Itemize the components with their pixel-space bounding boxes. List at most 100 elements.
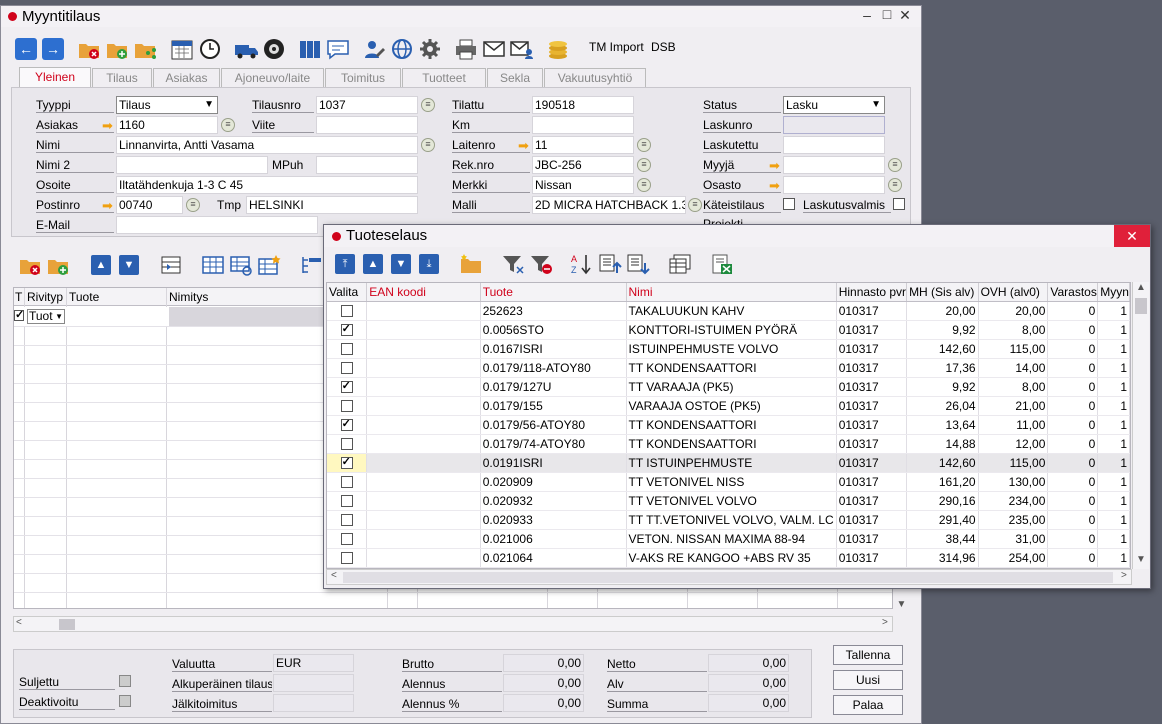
row-select-checkbox[interactable] [340, 533, 353, 546]
email-icon[interactable] [482, 37, 506, 61]
row-select-checkbox[interactable] [340, 514, 353, 527]
postinro-field[interactable]: 00740 [116, 196, 183, 214]
row-select-checkbox[interactable] [340, 400, 353, 413]
table-row[interactable]: 0.020932 TT VETONIVEL VOLVO 010317 290,16 23… [327, 491, 1130, 511]
header-valita[interactable]: Valita [327, 283, 368, 302]
excel-export-icon[interactable] [710, 252, 734, 276]
row-select-checkbox[interactable] [340, 362, 353, 375]
gear-icon[interactable] [418, 37, 442, 61]
tab-ajoneuvo[interactable]: Ajoneuvo/laite [221, 68, 324, 87]
email-user-icon[interactable] [510, 37, 534, 61]
maximize-button[interactable]: □ [877, 6, 897, 22]
lookup-icon[interactable]: ≡ [637, 158, 651, 172]
user-edit-icon[interactable] [362, 37, 386, 61]
tmp-field[interactable]: HELSINKI [246, 196, 418, 214]
tilattu-field[interactable]: 190518 [532, 96, 634, 114]
rivityyppi-select[interactable]: Tuot ▼ [27, 309, 65, 324]
tab-asiakas[interactable]: Asiakas [153, 68, 220, 87]
scroll-right-arrow[interactable]: > [1121, 570, 1127, 581]
tab-tilaus[interactable]: Tilaus [92, 68, 152, 87]
scroll-down-arrow[interactable]: ▼ [894, 599, 909, 614]
table-row[interactable]: 0.0191ISRITT ISTUINPEHMUSTE010317142,601… [327, 453, 1130, 473]
move-up-icon[interactable]: ▲ [361, 252, 385, 276]
tire-icon[interactable] [262, 37, 286, 61]
table-row[interactable]: 0.020933 TT TT.VETONIVEL VOLVO, VALM. LC 0… [327, 510, 1130, 530]
uusi-button[interactable]: Uusi [833, 670, 903, 690]
order-grid-hscrollbar[interactable]: < > [13, 616, 893, 632]
scroll-left-arrow[interactable]: < [16, 617, 22, 628]
scroll-left-arrow[interactable]: < [331, 570, 337, 581]
lookup-icon[interactable]: ≡ [186, 198, 200, 212]
asiakas-field[interactable]: 1160 [116, 116, 218, 134]
arrow-right-icon[interactable]: ➡ [518, 139, 532, 152]
close-button[interactable]: ✕ [895, 7, 915, 24]
osasto-field[interactable] [783, 176, 885, 194]
reknro-field[interactable]: JBC-256 [532, 156, 634, 174]
folder-add-icon[interactable] [46, 253, 70, 277]
folder-delete-icon[interactable] [18, 253, 42, 277]
header-tuote[interactable]: Tuote [480, 283, 627, 302]
header-nimi[interactable]: Nimi [626, 283, 837, 302]
row-select-checkbox[interactable] [340, 455, 353, 470]
laitenro-field[interactable]: 11 [532, 136, 634, 154]
deaktivoitu-checkbox[interactable] [119, 695, 131, 707]
tallenna-button[interactable]: Tallenna [833, 645, 903, 665]
merkki-field[interactable]: Nissan [532, 176, 634, 194]
forward-arrow-icon[interactable]: → [41, 37, 65, 61]
move-bottom-icon[interactable]: ▼ [117, 253, 141, 277]
laskutusvalmis-checkbox[interactable] [893, 198, 905, 210]
kateistilaus-checkbox[interactable] [783, 198, 795, 210]
scroll-thumb[interactable] [59, 619, 75, 630]
scroll-thumb[interactable] [1135, 298, 1147, 314]
dialog-close-button[interactable]: ✕ [1114, 225, 1150, 247]
row-select-checkbox[interactable] [340, 476, 353, 489]
table-row[interactable]: 0.021064 V-AKS RE KANGOO +ABS RV 35 010317… [327, 548, 1130, 568]
sort-az-icon[interactable]: AZ [570, 252, 594, 276]
lookup-icon[interactable]: ≡ [637, 138, 651, 152]
header-ovh-alv0[interactable]: OVH (alv0) [978, 283, 1049, 302]
row-select-checkbox[interactable] [340, 322, 353, 337]
scroll-thumb[interactable] [343, 572, 1113, 583]
filter-icon[interactable] [501, 252, 525, 276]
table-row[interactable]: 0.021006 VETON. NISSAN MAXIMA 88-94 010317… [327, 529, 1130, 549]
viite-field[interactable] [316, 116, 418, 134]
move-top-icon[interactable]: ▲ [89, 253, 113, 277]
printer-icon[interactable] [454, 37, 478, 61]
table-row[interactable]: 0.0179/74-ATOY80 TT KONDENSAATTORI 010317 1… [327, 434, 1130, 454]
status-select[interactable]: Lasku ▼ [783, 96, 885, 114]
lookup-icon[interactable]: ≡ [688, 198, 702, 212]
osoite-field[interactable]: Iltatähdenkuja 1-3 C 45 [116, 176, 418, 194]
row-checkbox[interactable] [14, 308, 24, 321]
new-folder-icon[interactable] [459, 252, 483, 276]
header-varastossa[interactable]: Varastos [1047, 283, 1099, 302]
minimize-button[interactable]: – [857, 7, 877, 23]
columns-icon[interactable] [668, 252, 692, 276]
move-last-icon[interactable]: ⤓ [417, 252, 441, 276]
header-ean-koodi[interactable]: EAN koodi [366, 283, 481, 302]
header-myynti[interactable]: Myyn [1097, 283, 1130, 302]
product-grid-vscrollbar[interactable]: ▲ ▼ [1132, 282, 1149, 569]
coins-icon[interactable] [546, 37, 570, 61]
scroll-up-arrow[interactable]: ▲ [1136, 282, 1146, 293]
product-grid-hscrollbar[interactable]: < > [326, 569, 1132, 585]
tm-import-button[interactable]: TM Import [589, 40, 644, 54]
myyja-field[interactable] [783, 156, 885, 174]
lookup-icon[interactable]: ≡ [221, 118, 235, 132]
lookup-icon[interactable]: ≡ [888, 158, 902, 172]
table-row[interactable]: 252623 TAKALUUKUN KAHV 010317 20,00 20,00 0 1 [327, 301, 1130, 321]
globe-icon[interactable] [390, 37, 414, 61]
lookup-icon[interactable]: ≡ [637, 178, 651, 192]
folder-share-icon[interactable] [133, 37, 157, 61]
table-star-icon[interactable] [257, 253, 281, 277]
tilausnro-field[interactable]: 1037 [316, 96, 418, 114]
row-select-checkbox[interactable] [340, 495, 353, 508]
table-row[interactable]: 0.0179/56-ATOY80TT KONDENSAATTORI0103171… [327, 415, 1130, 435]
header-mh-sis-alv[interactable]: MH (Sis alv) [906, 283, 979, 302]
arrow-right-icon[interactable]: ➡ [102, 119, 116, 132]
arrow-right-icon[interactable]: ➡ [769, 159, 783, 172]
back-arrow-icon[interactable]: ← [14, 37, 38, 61]
suljettu-checkbox[interactable] [119, 675, 131, 687]
arrow-right-icon[interactable]: ➡ [102, 199, 116, 212]
mpuh-field[interactable] [316, 156, 418, 174]
lookup-icon[interactable]: ≡ [421, 138, 435, 152]
